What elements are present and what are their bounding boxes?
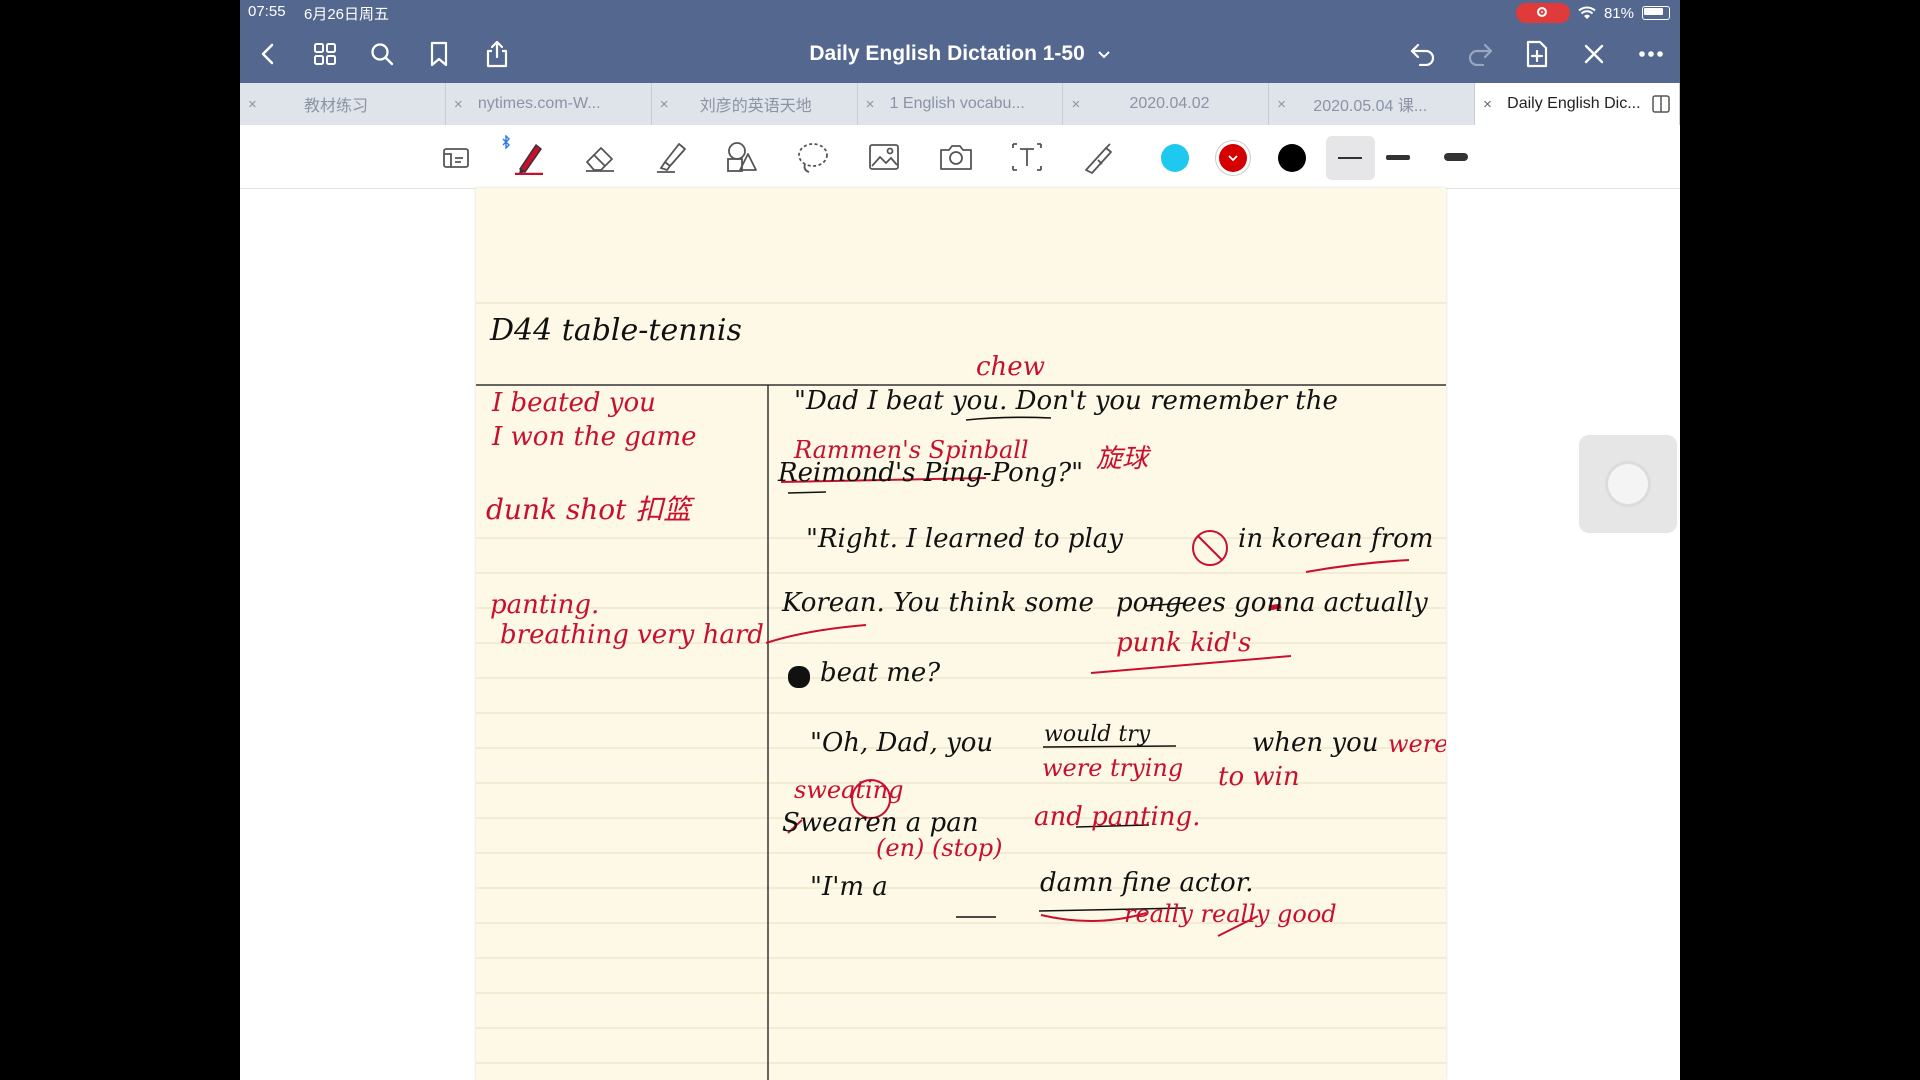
chevron-down-icon[interactable] — [1097, 50, 1111, 60]
battery-icon — [1642, 6, 1670, 20]
laser-pointer-icon[interactable] — [1077, 137, 1119, 177]
check-chevron-icon — [1228, 155, 1238, 162]
back-icon[interactable] — [251, 37, 285, 71]
nav-bar: Daily English Dictation 1-50 — [240, 25, 1680, 83]
note-right-line-3b: in korean from — [1238, 524, 1434, 554]
tab-2[interactable]: × nytimes.com-W... — [446, 83, 652, 125]
note-right-line-1: "Dad I beat you. Don't you remember the — [794, 386, 1338, 416]
stroke-width-medium[interactable] — [1386, 155, 1410, 160]
close-icon[interactable] — [1577, 37, 1611, 71]
note-right-line-2: Reimond's Ping-Pong?" — [778, 458, 1084, 488]
split-view-icon[interactable] — [1651, 94, 1671, 114]
text-icon[interactable] — [1006, 137, 1048, 177]
note-right-line-8b: damn fine actor. — [1040, 868, 1254, 898]
bookmark-icon[interactable] — [422, 37, 456, 71]
tab-close-icon[interactable]: × — [866, 96, 884, 113]
color-swatch-cyan[interactable] — [1161, 144, 1189, 172]
document-tabs: × 教材练习 × nytimes.com-W... × 刘彦的英语天地 × 1 … — [240, 83, 1680, 125]
note-right-were-trying: were trying — [1042, 754, 1184, 782]
tab-label: 教材练习 — [304, 98, 369, 115]
note-left-line-3: dunk shot 扣篮 — [486, 493, 692, 526]
note-right-chew: chew — [976, 352, 1045, 382]
document-title[interactable]: Daily English Dictation 1-50 — [809, 42, 1084, 65]
scribble-mark — [788, 666, 810, 688]
tab-3[interactable]: × 刘彦的英语天地 — [652, 83, 858, 125]
tab-label: 2020.05.04 课... — [1313, 98, 1428, 115]
note-right-line-3: "Right. I learned to play — [806, 524, 1123, 554]
tab-label: nytimes.com-W... — [477, 95, 601, 112]
note-right-line-6: "Oh, Dad, you — [810, 728, 994, 758]
ipad-screen: 07:55 6月26日周五 81% Daily English Dictatio… — [240, 0, 1680, 1080]
tab-4[interactable]: × 1 English vocabu... — [858, 83, 1064, 125]
battery-percent: 81% — [1603, 4, 1634, 22]
tab-label: 刘彦的英语天地 — [699, 98, 812, 115]
note-left-line-4: panting. — [490, 590, 600, 620]
note-right-line-5: beat me? — [820, 658, 941, 688]
more-icon[interactable] — [1634, 37, 1668, 71]
note-right-sweating: sweating — [794, 776, 904, 804]
assistive-touch-button[interactable] — [1579, 435, 1677, 533]
wifi-icon — [1578, 6, 1596, 19]
read-mode-icon[interactable] — [435, 137, 477, 177]
share-icon[interactable] — [480, 37, 514, 71]
eraser-icon[interactable] — [579, 137, 621, 177]
note-right-line-6b: would try — [1044, 722, 1151, 747]
status-date: 6月26日周五 — [304, 6, 390, 23]
note-left-line-1: I beated you — [492, 388, 656, 418]
status-right: 81% — [1515, 3, 1670, 23]
tab-6[interactable]: × 2020.05.04 课... — [1269, 83, 1476, 125]
note-heading: D44 table-tennis — [490, 313, 742, 348]
tab-5[interactable]: × 2020.04.02 — [1063, 83, 1270, 125]
note-page[interactable]: D44 table-tennis I beated you I won the … — [476, 188, 1446, 1080]
note-right-line-4b: pongees gonna actually — [1116, 588, 1428, 618]
lasso-icon[interactable] — [792, 137, 834, 177]
note-left-line-2: I won the game — [492, 422, 697, 452]
shapes-icon[interactable] — [721, 137, 763, 177]
undo-icon[interactable] — [1406, 37, 1440, 71]
tab-label: Daily English Dic... — [1507, 95, 1641, 112]
highlighter-icon[interactable] — [650, 137, 692, 177]
note-right-and-panting: and panting. — [1034, 802, 1201, 832]
pen-icon[interactable] — [508, 137, 550, 177]
color-swatch-black[interactable] — [1278, 144, 1306, 172]
note-left-line-5: breathing very hard — [500, 620, 764, 650]
tab-close-icon[interactable]: × — [1483, 96, 1501, 113]
image-icon[interactable] — [863, 137, 905, 177]
note-right-stop: (en) (stop) — [876, 834, 1003, 862]
tab-1[interactable]: × 教材练习 — [240, 83, 446, 125]
tab-label: 2020.04.02 — [1129, 95, 1210, 112]
note-right-were: were — [1388, 730, 1446, 758]
status-time: 07:55 — [248, 3, 286, 20]
tab-close-icon[interactable]: × — [660, 96, 678, 113]
redo-icon[interactable] — [1463, 37, 1497, 71]
grid-icon[interactable] — [308, 37, 342, 71]
tab-close-icon[interactable]: × — [1071, 96, 1089, 113]
note-right-line-4: Korean. You think some — [782, 588, 1094, 618]
tab-close-icon[interactable]: × — [454, 96, 472, 113]
note-right-xuanqiu: 旋球 — [1096, 444, 1149, 474]
note-right-line-6c: when you — [1252, 728, 1379, 758]
screen-recording-icon[interactable] — [1515, 3, 1570, 23]
camera-icon[interactable] — [935, 137, 977, 177]
tab-7-active[interactable]: × Daily English Dic... — [1475, 83, 1680, 125]
tab-label: 1 English vocabu... — [889, 95, 1025, 112]
note-right-punk: punk kid's — [1116, 628, 1252, 658]
tab-close-icon[interactable]: × — [1277, 96, 1295, 113]
search-icon[interactable] — [365, 37, 399, 71]
note-right-to-win: to win — [1218, 762, 1300, 792]
stroke-width-thick[interactable] — [1444, 153, 1468, 161]
add-page-icon[interactable] — [1520, 37, 1554, 71]
status-bar: 07:55 6月26日周五 81% — [240, 0, 1680, 25]
note-right-really: really really good — [1124, 900, 1337, 928]
stroke-width-thin[interactable] — [1326, 136, 1375, 180]
note-right-line-8: "I'm a — [810, 872, 888, 902]
color-swatch-red-selected[interactable] — [1219, 144, 1247, 172]
tab-close-icon[interactable]: × — [248, 96, 266, 113]
